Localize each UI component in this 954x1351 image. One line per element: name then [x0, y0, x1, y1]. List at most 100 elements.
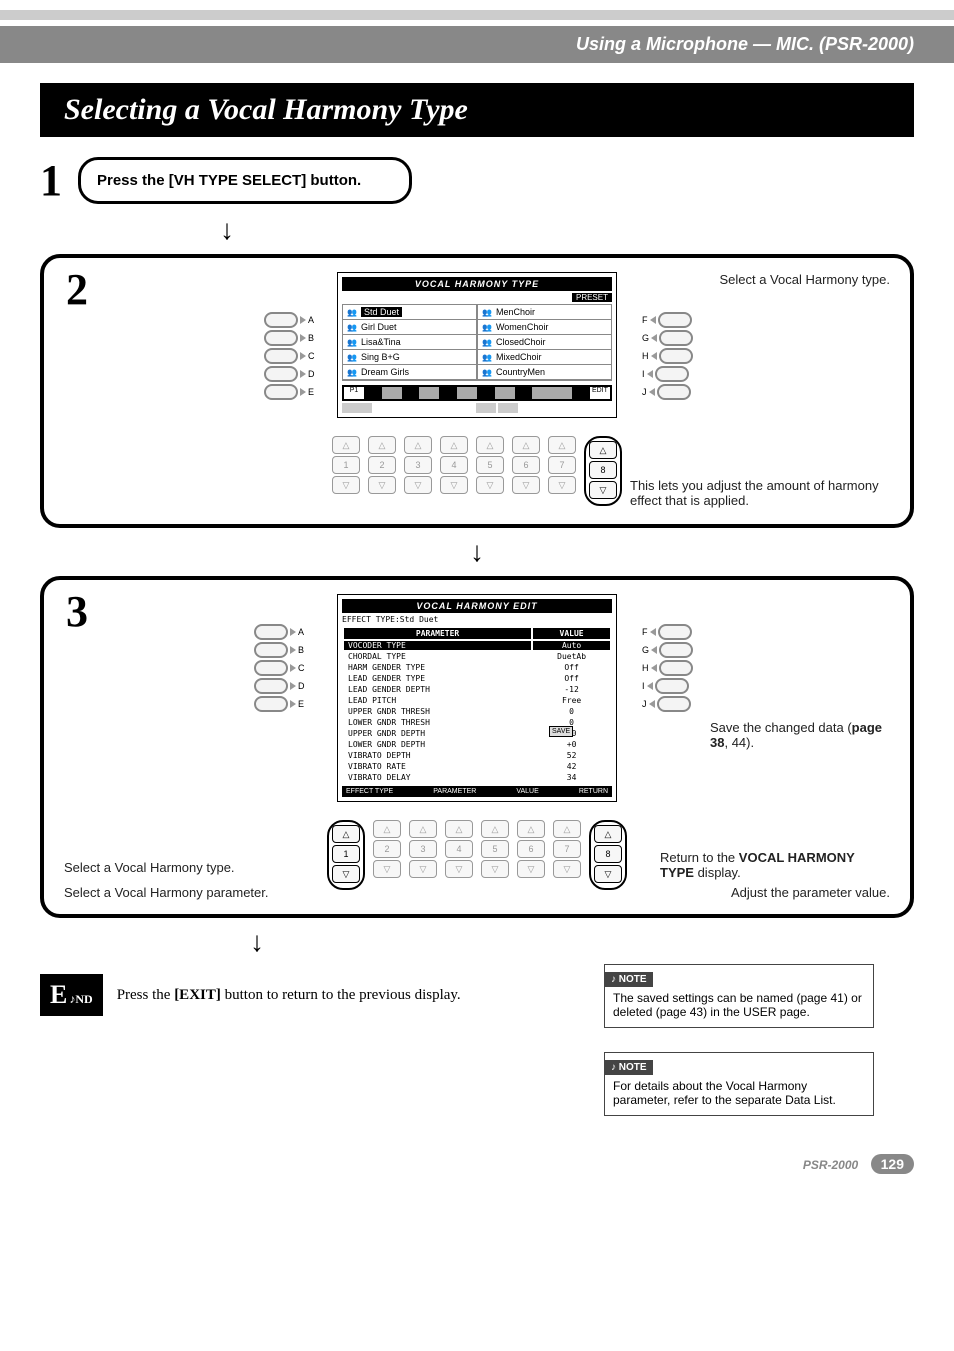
parameter-table: PARAMETERVALUE VOCODER TYPEAutoCHORDAL T… [342, 626, 612, 784]
screen-icon [457, 387, 477, 399]
vh-type-screen: VOCAL HARMONY TYPE PRESET 👥Std Duet 👥Gir… [337, 272, 617, 418]
panel-button-f[interactable]: F [640, 312, 700, 328]
parameter-tab: PARAMETER [433, 788, 476, 795]
callout-effect-amount: This lets you adjust the amount of harmo… [630, 478, 890, 508]
people-icon: 👥 [347, 368, 357, 377]
note-box-1: NOTE The saved settings can be named (pa… [604, 964, 874, 1028]
people-icon: 👥 [347, 308, 357, 317]
screen-icon [476, 403, 496, 413]
vh-option-closedchoir: ClosedChoir [496, 337, 546, 347]
num-button-1[interactable]: △1▽ [332, 436, 360, 506]
panel-button-g[interactable]: G [640, 642, 700, 658]
panel-button-i[interactable]: I [640, 678, 700, 694]
vh-option-countrymen: CountryMen [496, 367, 545, 377]
step1-instruction: Press the [VH TYPE SELECT] button. [78, 157, 412, 204]
vh-option-mixedchoir: MixedChoir [496, 352, 542, 362]
panel-button-a[interactable]: A [254, 624, 314, 640]
panel-button-i[interactable]: I [640, 366, 700, 382]
effect-type-label: EFFECT TYPE:Std Duet [342, 615, 612, 624]
num-button-2[interactable]: △2▽ [368, 436, 396, 506]
value-tab: VALUE [516, 788, 538, 795]
num-button-5[interactable]: △5▽ [476, 436, 504, 506]
num-button-3[interactable]: △3▽ [409, 820, 437, 890]
page-title: Selecting a Vocal Harmony Type [40, 83, 914, 137]
panel-button-f[interactable]: F [640, 624, 700, 640]
left-side-buttons: A B C D E [264, 310, 324, 402]
callout-save: Save the changed data (page 38, 44). [710, 720, 890, 750]
panel-button-a[interactable]: A [264, 312, 324, 328]
page-number: 129 [871, 1154, 914, 1174]
arrow-down-icon: ↓ [220, 214, 914, 246]
panel-button-e[interactable]: E [254, 696, 314, 712]
header-breadcrumb: Using a Microphone — MIC. (PSR-2000) [0, 26, 954, 63]
step-number-2: 2 [66, 264, 88, 315]
step-number-3: 3 [66, 586, 88, 637]
note-label: NOTE [605, 1060, 653, 1075]
right-side-buttons: F G H I J [640, 622, 700, 714]
callout-adjust: Adjust the parameter value. [731, 885, 890, 900]
note-text-2: For details about the Vocal Harmony para… [613, 1079, 865, 1107]
num-button-8[interactable]: △8▽ [589, 441, 617, 499]
vh-option-menchoir: MenChoir [496, 307, 535, 317]
people-icon: 👥 [347, 353, 357, 362]
screen-icon [495, 387, 515, 399]
screen-icon [498, 403, 518, 413]
panel-button-d[interactable]: D [264, 366, 324, 382]
num-button-8[interactable]: △8▽ [594, 825, 622, 883]
name-icon [342, 403, 372, 413]
panel-button-c[interactable]: C [254, 660, 314, 676]
people-icon: 👥 [482, 353, 492, 362]
panel-button-b[interactable]: B [264, 330, 324, 346]
callout-return: Return to the VOCAL HARMONY TYPE display… [660, 850, 890, 880]
vh-option-girl-duet: Girl Duet [361, 322, 397, 332]
num-button-6[interactable]: △6▽ [517, 820, 545, 890]
num-button-7[interactable]: △7▽ [553, 820, 581, 890]
panel-button-j[interactable]: J [640, 696, 700, 712]
vh-option-dream-girls: Dream Girls [361, 367, 409, 377]
panel-button-j[interactable]: J [640, 384, 700, 400]
p1-label: P1 [344, 387, 364, 399]
people-icon: 👥 [347, 338, 357, 347]
panel-button-c[interactable]: C [264, 348, 324, 364]
panel-button-h[interactable]: H [640, 348, 700, 364]
panel-button-d[interactable]: D [254, 678, 314, 694]
right-side-buttons: F G H I J [640, 310, 700, 402]
callout-select-vh: Select a Vocal Harmony type. [719, 272, 890, 287]
left-side-buttons: A B C D E [254, 622, 314, 714]
num-button-3[interactable]: △3▽ [404, 436, 432, 506]
panel-button-h[interactable]: H [640, 660, 700, 676]
callout-select-vh: Select a Vocal Harmony type. [64, 860, 235, 875]
num-button-4[interactable]: △4▽ [445, 820, 473, 890]
end-badge: E♪ND [40, 974, 103, 1016]
num-button-6[interactable]: △6▽ [512, 436, 540, 506]
vh-edit-screen: VOCAL HARMONY EDIT EFFECT TYPE:Std Duet … [337, 594, 617, 802]
panel-button-b[interactable]: B [254, 642, 314, 658]
note-text-1: The saved settings can be named (page 41… [613, 991, 865, 1019]
vh-option-womenchoir: WomenChoir [496, 322, 548, 332]
num-button-1[interactable]: △1▽ [332, 825, 360, 883]
panel-button-e[interactable]: E [264, 384, 324, 400]
screen-title: VOCAL HARMONY TYPE [342, 277, 612, 291]
people-icon: 👥 [347, 323, 357, 332]
people-icon: 👥 [482, 323, 492, 332]
arrow-down-icon: ↓ [40, 536, 914, 568]
screen-icon [419, 387, 439, 399]
end-instruction: Press the [EXIT] button to return to the… [117, 987, 461, 1004]
save-icon: SAVE [549, 726, 573, 737]
people-icon: 👥 [482, 308, 492, 317]
vh-option-sing-bg: Sing B+G [361, 352, 400, 362]
edit-icon: EDIT [590, 387, 610, 399]
num-button-4[interactable]: △4▽ [440, 436, 468, 506]
num-button-7[interactable]: △7▽ [548, 436, 576, 506]
return-tab: RETURN [579, 788, 608, 795]
effect-type-tab: EFFECT TYPE [346, 788, 393, 795]
step2-panel: 2 A B C D E F G H I J VOCAL HARMONY TYPE… [40, 254, 914, 528]
panel-button-g[interactable]: G [640, 330, 700, 346]
num-button-2[interactable]: △2▽ [373, 820, 401, 890]
screen-title: VOCAL HARMONY EDIT [342, 599, 612, 613]
screen-icon [382, 387, 402, 399]
people-icon: 👥 [482, 368, 492, 377]
num-button-5[interactable]: △5▽ [481, 820, 509, 890]
note-label: NOTE [605, 972, 653, 987]
people-icon: 👥 [482, 338, 492, 347]
